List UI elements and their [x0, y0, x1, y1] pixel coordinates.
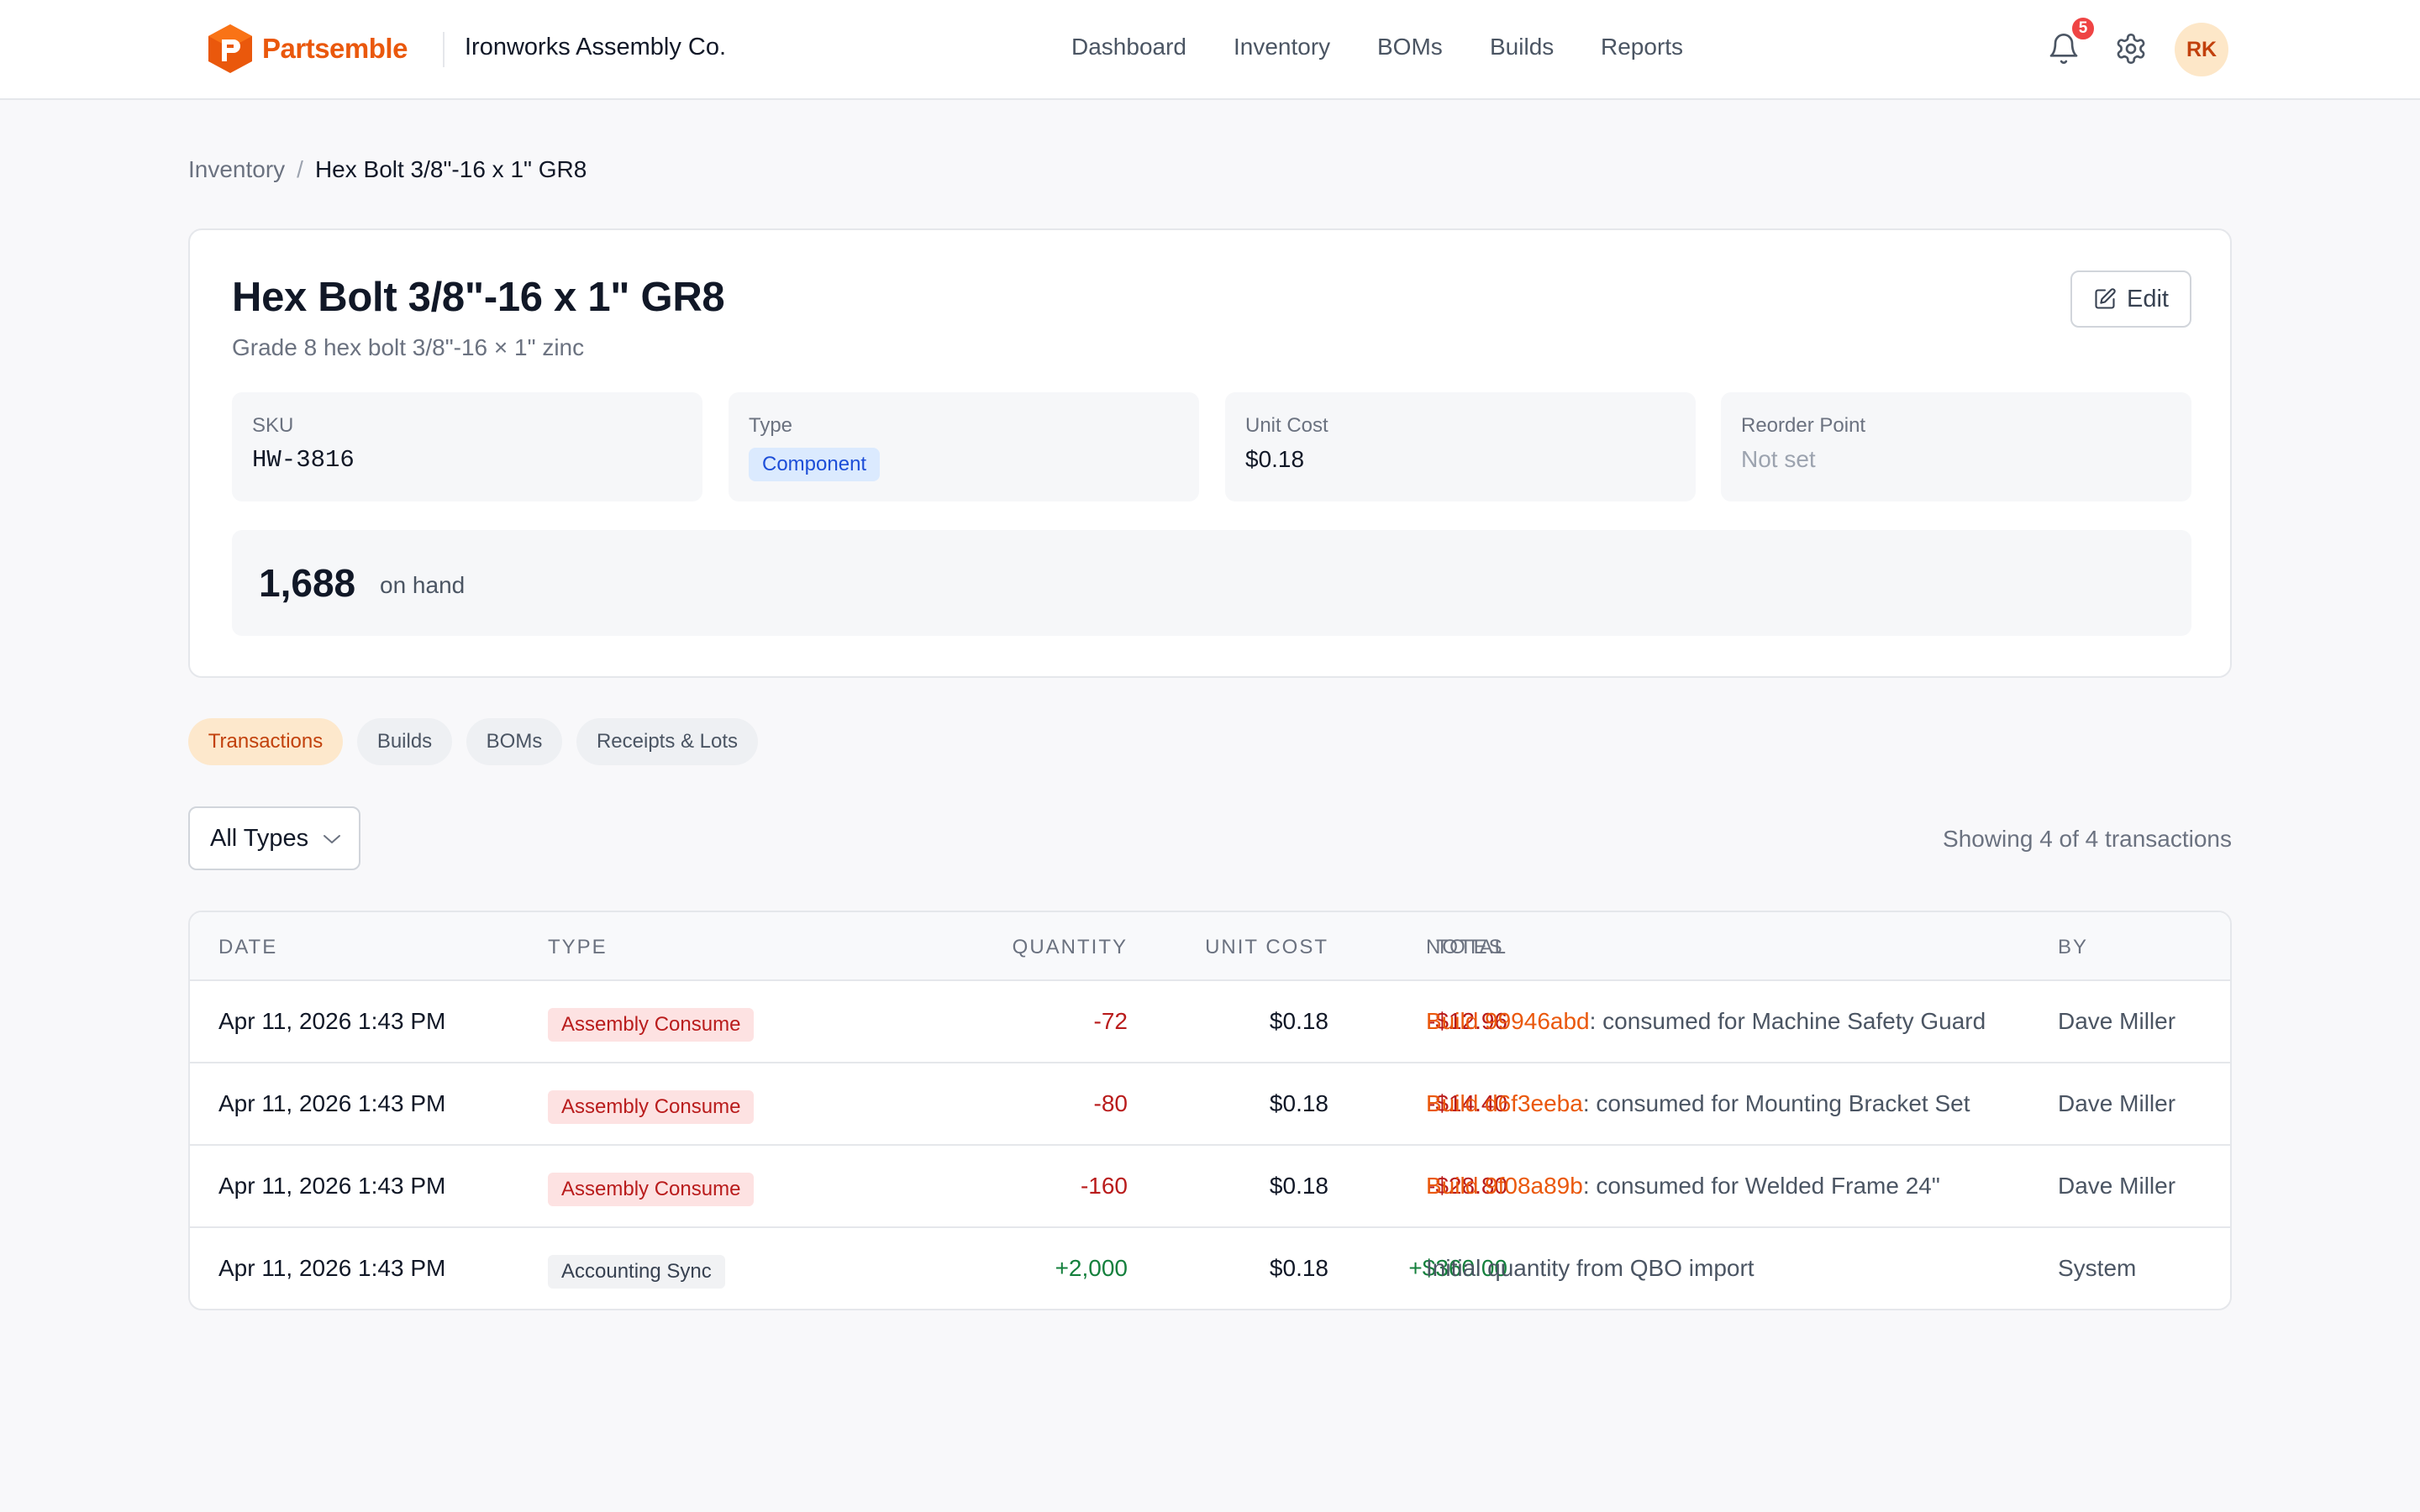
- table-row[interactable]: Apr 11, 2026 1:43 PM Assembly Consume -7…: [190, 981, 2230, 1063]
- filter-selected-value: All Types: [210, 824, 309, 852]
- pencil-icon: [2095, 288, 2116, 309]
- column-type[interactable]: Type: [548, 936, 608, 959]
- chevron-down-icon: [324, 835, 340, 843]
- row-type-badge: Accounting Sync: [548, 1255, 725, 1289]
- row-type-badge: Assembly Consume: [548, 1008, 755, 1042]
- row-unit-cost: $0.18: [1269, 1255, 1328, 1281]
- column-quantity[interactable]: Quantity: [1013, 936, 1128, 959]
- row-quantity: -80: [1093, 1090, 1128, 1116]
- tab-transactions[interactable]: Transactions: [188, 718, 343, 765]
- row-unit-cost: $0.18: [1269, 1090, 1328, 1116]
- row-type-badge: Assembly Consume: [548, 1173, 755, 1206]
- nav-inventory[interactable]: Inventory: [1234, 34, 1330, 60]
- breadcrumb-separator: /: [297, 156, 303, 182]
- sku-label: SKU: [252, 414, 294, 437]
- type-label: Type: [749, 414, 793, 437]
- user-avatar[interactable]: RK: [2175, 23, 2228, 76]
- type-field: Type Component: [729, 392, 1199, 501]
- tab-builds[interactable]: Builds: [357, 718, 452, 765]
- row-note-text: : consumed for Machine Safety Guard: [1589, 1008, 1986, 1034]
- row-date: Apr 11, 2026 1:43 PM: [218, 1255, 446, 1281]
- row-unit-cost: $0.18: [1269, 1008, 1328, 1034]
- reorder-point-value: Not set: [1741, 446, 1816, 472]
- table-row[interactable]: Apr 11, 2026 1:43 PM Accounting Sync +2,…: [190, 1228, 2230, 1309]
- transactions-table: Date Type Quantity Unit Cost Total Notes…: [188, 911, 2232, 1310]
- table-row[interactable]: Apr 11, 2026 1:43 PM Assembly Consume -8…: [190, 1063, 2230, 1146]
- column-unit-cost[interactable]: Unit Cost: [1205, 936, 1328, 959]
- edit-button[interactable]: Edit: [2070, 270, 2191, 328]
- notification-count-badge: 5: [2070, 15, 2096, 42]
- row-notes: Build d6f3eeba: consumed for Mounting Br…: [1426, 1090, 1970, 1117]
- transaction-type-filter[interactable]: All Types: [188, 806, 360, 870]
- gear-icon[interactable]: [2114, 32, 2148, 66]
- row-date: Apr 11, 2026 1:43 PM: [218, 1090, 446, 1116]
- row-notes: Build 99946abd: consumed for Machine Saf…: [1426, 1008, 1986, 1035]
- row-by: Dave Miller: [2058, 1008, 2176, 1034]
- on-hand-quantity: 1,688: [259, 561, 356, 605]
- unit-cost-field: Unit Cost $0.18: [1225, 392, 1696, 501]
- sku-field: SKU HW-3816: [232, 392, 702, 501]
- build-link[interactable]: Build 9f08a89b: [1426, 1173, 1583, 1199]
- row-note-text: : consumed for Welded Frame 24": [1582, 1173, 1940, 1199]
- nav-dashboard[interactable]: Dashboard: [1071, 34, 1186, 60]
- on-hand-label: on hand: [380, 572, 466, 598]
- breadcrumb: Inventory / Hex Bolt 3/8"-16 x 1" GR8: [188, 156, 587, 183]
- breadcrumb-inventory-link[interactable]: Inventory: [188, 156, 285, 183]
- column-date[interactable]: Date: [218, 936, 277, 959]
- row-date: Apr 11, 2026 1:43 PM: [218, 1008, 446, 1034]
- row-by: Dave Miller: [2058, 1173, 2176, 1199]
- on-hand-summary: 1,688 on hand: [232, 530, 2191, 636]
- tab-boms[interactable]: BOMs: [466, 718, 562, 765]
- sku-value: HW-3816: [252, 446, 355, 474]
- row-by: Dave Miller: [2058, 1090, 2176, 1116]
- row-type-badge: Assembly Consume: [548, 1090, 755, 1124]
- type-badge: Component: [749, 448, 881, 481]
- column-notes[interactable]: Notes: [1426, 936, 1504, 959]
- results-count: Showing 4 of 4 transactions: [1943, 826, 2232, 852]
- page-title: Hex Bolt 3/8"-16 x 1" GR8: [232, 275, 725, 320]
- row-by: System: [2058, 1255, 2137, 1281]
- row-quantity: -72: [1093, 1008, 1128, 1034]
- row-date: Apr 11, 2026 1:43 PM: [218, 1173, 446, 1199]
- item-detail-card: Hex Bolt 3/8"-16 x 1" GR8 Grade 8 hex bo…: [188, 228, 2232, 678]
- item-description: Grade 8 hex bolt 3/8"-16 × 1" zinc: [232, 334, 585, 360]
- reorder-point-label: Reorder Point: [1741, 414, 1866, 437]
- row-notes: Initial quantity from QBO import: [1426, 1255, 1754, 1281]
- unit-cost-label: Unit Cost: [1245, 414, 1328, 437]
- row-notes: Build 9f08a89b: consumed for Welded Fram…: [1426, 1173, 1940, 1200]
- table-row[interactable]: Apr 11, 2026 1:43 PM Assembly Consume -1…: [190, 1146, 2230, 1228]
- top-navigation-bar: Partsemble Ironworks Assembly Co. Dashbo…: [0, 0, 2420, 100]
- tab-receipts-lots[interactable]: Receipts & Lots: [576, 718, 758, 765]
- unit-cost-value: $0.18: [1245, 446, 1305, 472]
- nav-boms[interactable]: BOMs: [1377, 34, 1443, 60]
- reorder-point-field: Reorder Point Not set: [1721, 392, 2191, 501]
- column-by[interactable]: By: [2058, 936, 2088, 959]
- edit-button-label: Edit: [2127, 285, 2169, 312]
- build-link[interactable]: Build 99946abd: [1426, 1008, 1590, 1034]
- row-quantity: +2,000: [1055, 1255, 1128, 1281]
- breadcrumb-current: Hex Bolt 3/8"-16 x 1" GR8: [314, 156, 587, 182]
- nav-reports[interactable]: Reports: [1601, 34, 1683, 60]
- build-link[interactable]: Build d6f3eeba: [1426, 1090, 1583, 1116]
- row-quantity: -160: [1080, 1173, 1128, 1199]
- table-header: Date Type Quantity Unit Cost Total Notes…: [190, 912, 2230, 981]
- row-unit-cost: $0.18: [1269, 1173, 1328, 1199]
- nav-builds[interactable]: Builds: [1490, 34, 1554, 60]
- row-note-text: : consumed for Mounting Bracket Set: [1582, 1090, 1970, 1116]
